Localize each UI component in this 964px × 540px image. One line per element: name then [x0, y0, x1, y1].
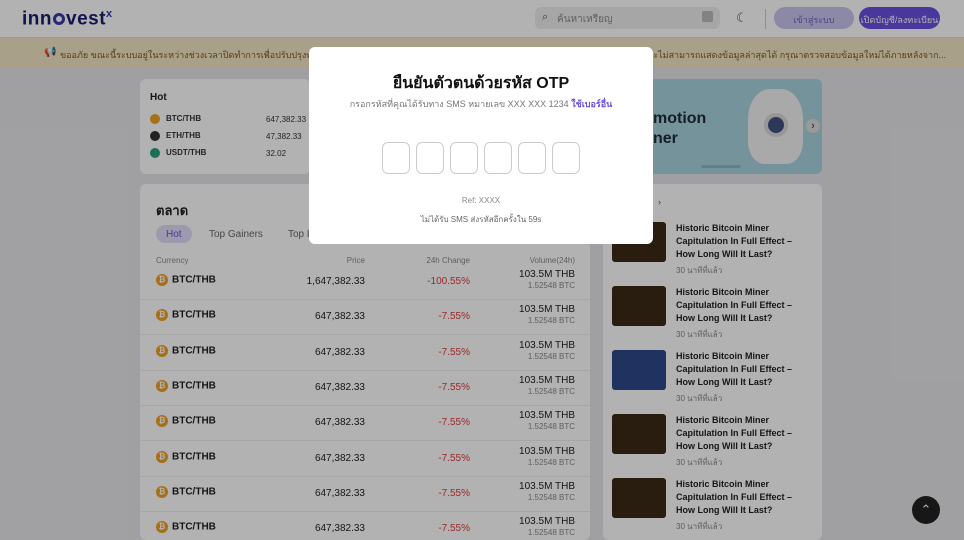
otp-resend-countdown: ไม่ได้รับ SMS ส่งรหัสอีกครั้งใน 59s — [420, 215, 542, 224]
otp-digit-input[interactable] — [518, 142, 546, 174]
otp-digit-input[interactable] — [382, 142, 410, 174]
use-other-number-link[interactable]: ใช้เบอร์อื่น — [571, 99, 612, 109]
otp-digit-input[interactable] — [450, 142, 478, 174]
otp-digit-input[interactable] — [416, 142, 444, 174]
otp-modal-title: ยืนยันตัวตนด้วยรหัส OTP — [392, 75, 570, 92]
otp-modal: ยืนยันตัวตนด้วยรหัส OTP กรอกรหัสที่คุณได… — [309, 47, 653, 244]
otp-digit-input[interactable] — [552, 142, 580, 174]
otp-ref: Ref: XXXX — [461, 196, 501, 205]
otp-digit-input[interactable] — [484, 142, 512, 174]
otp-modal-subtitle: กรอกรหัสที่คุณได้รับทาง SMS หมายเลข XXX … — [349, 99, 613, 109]
